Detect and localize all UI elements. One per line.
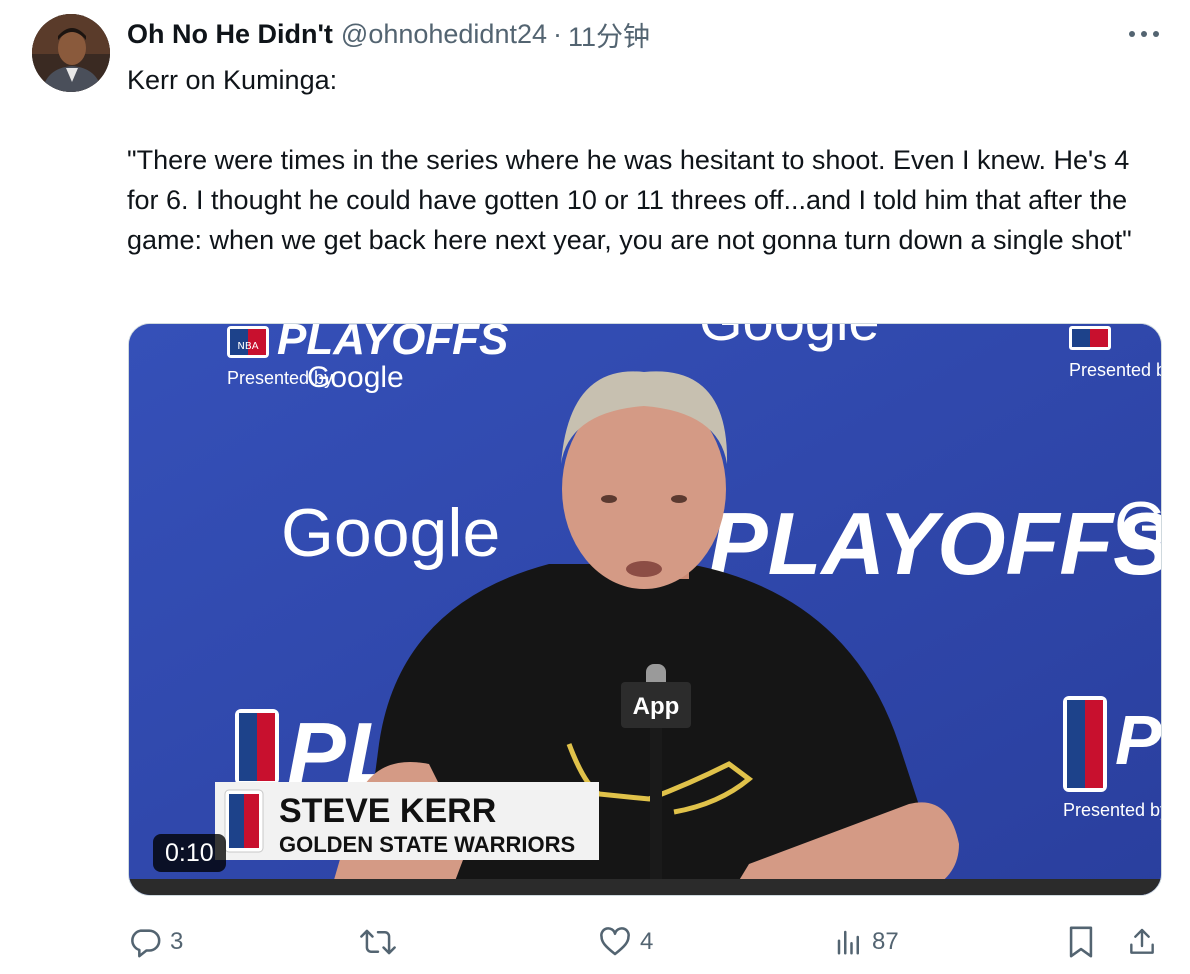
svg-text:P: P: [1115, 701, 1162, 779]
video-duration-badge: 0:10: [153, 834, 226, 872]
tweet-header: Oh No He Didn't @ohnohedidnt24 · 11分钟: [127, 16, 650, 52]
backdrop-nba-logo-top-left: NBA: [227, 326, 269, 358]
backdrop-nba-logo-bottom-right: [1063, 696, 1107, 792]
reply-icon: [131, 929, 161, 958]
backdrop-playoffs-top: PLAYOFFS: [277, 324, 508, 364]
svg-text:NBA: NBA: [237, 341, 258, 352]
lower-third: STEVE KERR GOLDEN STATE WARRIORS: [215, 782, 599, 860]
backdrop-google-top: Google: [699, 324, 880, 352]
share-icon: [1130, 928, 1154, 954]
reply-count: 3: [170, 928, 184, 955]
tweet-actions: 3 4 87: [128, 922, 1168, 962]
backdrop-nba-logo-bottom-left: [235, 709, 279, 785]
backdrop-google-middle: Google: [281, 495, 500, 571]
backdrop-google-small: Google: [307, 361, 404, 394]
header-separator: ·: [553, 18, 562, 49]
lower-third-team: GOLDEN STATE WARRIORS: [279, 832, 575, 857]
lower-third-name: STEVE KERR: [279, 792, 496, 830]
views-chart-icon: [837, 930, 859, 955]
reply-button[interactable]: 3: [128, 922, 183, 962]
like-button[interactable]: 4: [598, 922, 653, 962]
author-avatar[interactable]: [32, 14, 110, 92]
like-count: 4: [640, 928, 654, 955]
heart-icon: [600, 927, 630, 956]
mic-flag-text: App: [633, 693, 680, 720]
video-frame: NBA PLAYOFFS Presented by Google Google …: [129, 324, 1162, 895]
backdrop-presented-bottom: Presented by: [1063, 800, 1162, 820]
backdrop-nba-logo-top-right: [1069, 326, 1111, 350]
more-options-button[interactable]: [1122, 22, 1166, 46]
views-count: 87: [872, 928, 899, 955]
bookmark-button[interactable]: [1066, 922, 1096, 962]
avatar-photo: [32, 14, 110, 92]
more-horizontal-icon: [1129, 31, 1159, 37]
tweet-timestamp[interactable]: 11分钟: [568, 15, 650, 54]
backdrop-g-right: G: [1114, 488, 1162, 564]
backdrop-presented-right: Presented by: [1069, 360, 1162, 380]
author-handle[interactable]: @ohnohedidnt24: [341, 19, 547, 50]
retweet-icon: [360, 929, 396, 955]
views-button[interactable]: 87: [834, 922, 899, 962]
tweet-text: Kerr on Kuminga: "There were times in th…: [127, 65, 1132, 255]
author-name[interactable]: Oh No He Didn't: [127, 19, 333, 50]
bookmark-icon: [1069, 926, 1093, 958]
video-player[interactable]: NBA PLAYOFFS Presented by Google Google …: [128, 323, 1162, 896]
backdrop-playoffs-middle: PLAYOFFS: [709, 494, 1162, 593]
share-button[interactable]: [1126, 922, 1158, 962]
retweet-button[interactable]: [360, 922, 404, 962]
